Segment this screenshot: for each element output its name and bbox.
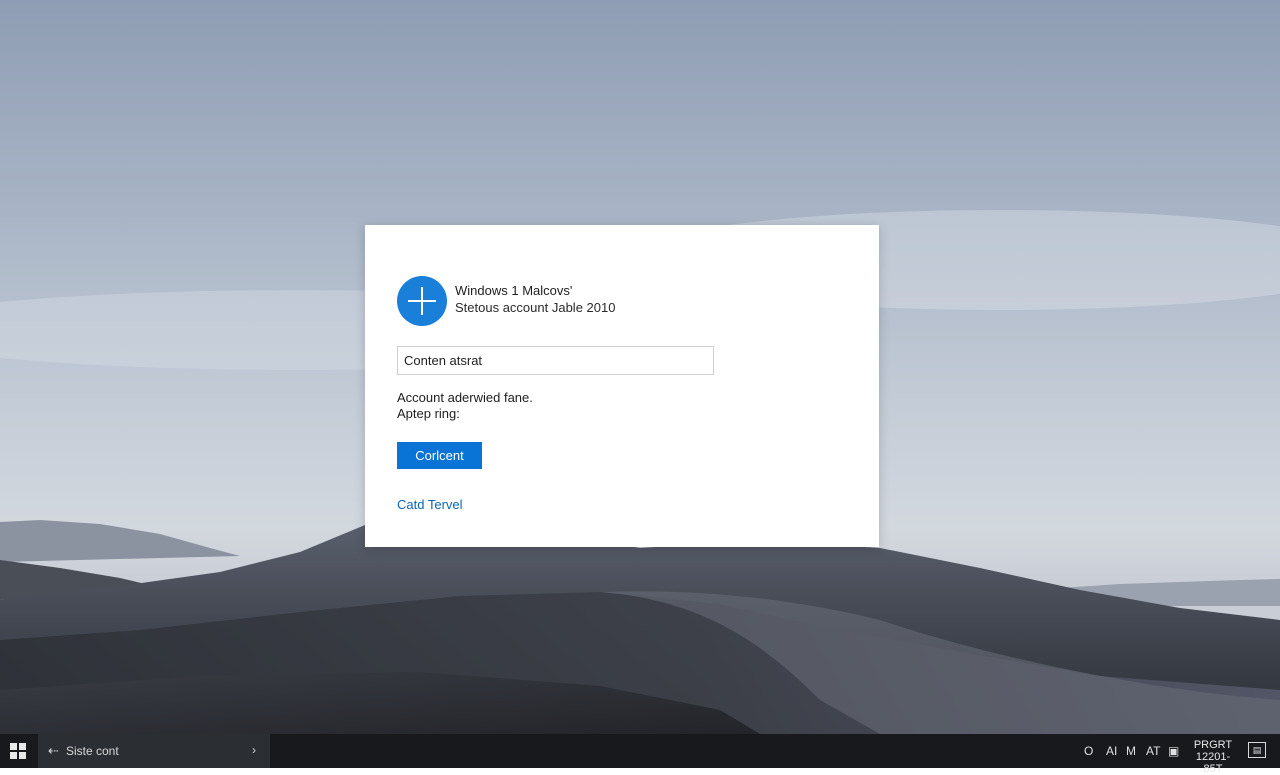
clock[interactable]: PRGRT 12201-85T [1187,739,1239,775]
network-icon[interactable]: ▣ [1168,744,1179,758]
plus-icon [397,276,447,326]
app-title: Windows 1 Malcovs' [455,283,573,298]
windows-logo-icon [10,743,26,759]
secondary-link[interactable]: Catd Tervel [397,497,463,512]
start-button[interactable] [0,734,36,768]
account-dialog: Windows 1 Malcovs' Stetous account Jable… [365,225,879,547]
clock-line1: PRGRT [1193,739,1233,751]
info-text-line2: Aptep ring: [397,406,460,421]
notification-icon[interactable]: ▤ [1248,742,1266,758]
tray-item-at[interactable]: AT [1146,744,1160,758]
taskbar: ⇠ Siste cont › O AI M AT ▣ PRGRT 12201-8… [0,734,1280,775]
chevron-right-icon: › [252,743,256,757]
app-subtitle: Stetous account Jable 2010 [455,300,616,315]
tray-item-ai[interactable]: AI [1106,744,1117,758]
clock-line2: 12201-85T [1195,751,1231,775]
tray-item-o[interactable]: O [1084,744,1093,758]
arrow-icon: ⇠ [48,743,59,758]
search-label: Siste cont [66,744,119,758]
primary-button[interactable]: Corlcent [397,442,482,469]
taskbar-search-box[interactable]: ⇠ Siste cont › [38,734,270,768]
account-input[interactable] [397,346,714,375]
tray-item-m[interactable]: M [1126,744,1136,758]
info-text-line1: Account aderwied fane. [397,390,533,405]
